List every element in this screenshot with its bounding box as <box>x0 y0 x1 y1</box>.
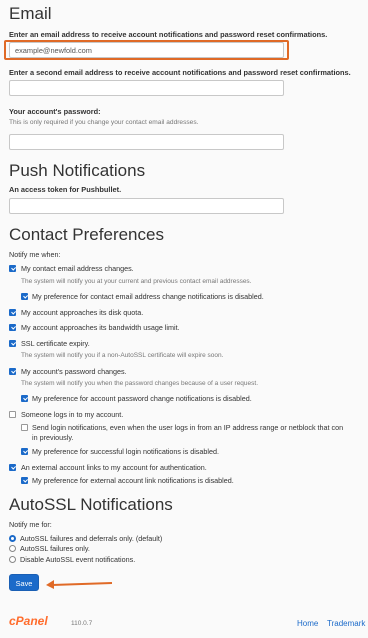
footer-link-home[interactable]: Home <box>297 619 318 628</box>
pref-contact-email-help: The system will notify you at your curre… <box>21 278 252 285</box>
checkbox[interactable] <box>21 477 28 484</box>
pref-login-netblock-label-cont: in previously. <box>32 433 74 442</box>
pref-password-change-help: The system will notify you when the pass… <box>21 380 259 387</box>
pref-password-change-label: My account's password changes. <box>21 367 127 376</box>
password-label: Your account's password: <box>9 107 101 116</box>
pushbullet-input[interactable] <box>9 198 284 214</box>
password-input[interactable] <box>9 134 284 150</box>
checkbox[interactable] <box>9 309 16 316</box>
notify-me-when-label: Notify me when: <box>9 250 61 259</box>
primary-email-input[interactable]: example@newfold.com <box>9 42 284 58</box>
footer-link-trademark[interactable]: Trademark <box>327 619 365 628</box>
push-heading: Push Notifications <box>9 161 146 180</box>
email-heading: Email <box>9 4 52 23</box>
pref-login-netblock-label: Send login notifications, even when the … <box>32 423 344 432</box>
cpanel-logo: cPanel <box>9 614 48 628</box>
checkbox[interactable] <box>9 464 16 471</box>
pref-login-disabled-label: My preference for successful login notif… <box>32 447 219 456</box>
save-button[interactable]: Save <box>9 574 39 591</box>
checkbox[interactable] <box>21 395 28 402</box>
radio-disable[interactable] <box>9 556 16 563</box>
password-help: This is only required if you change your… <box>9 119 199 126</box>
checkbox[interactable] <box>21 424 28 431</box>
radio-failures-only[interactable] <box>9 545 16 552</box>
checkbox[interactable] <box>9 368 16 375</box>
contact-heading: Contact Preferences <box>9 225 164 244</box>
checkbox[interactable] <box>21 293 28 300</box>
radio-disable-label: Disable AutoSSL event notifications. <box>20 555 136 564</box>
radio-failures-only-label: AutoSSL failures only. <box>20 544 90 553</box>
pref-bandwidth-label: My account approaches its bandwidth usag… <box>21 323 180 332</box>
checkbox[interactable] <box>21 448 28 455</box>
checkbox[interactable] <box>9 324 16 331</box>
secondary-email-label: Enter a second email address to receive … <box>9 68 351 77</box>
checkbox[interactable] <box>9 265 16 272</box>
secondary-email-input[interactable] <box>9 80 284 96</box>
pref-ssl-expiry-help: The system will notify you if a non-Auto… <box>21 352 224 359</box>
pref-ssl-expiry-label: SSL certificate expiry. <box>21 339 90 348</box>
pref-contact-email-label: My contact email address changes. <box>21 264 134 273</box>
pref-login-label: Someone logs in to my account. <box>21 410 124 419</box>
pref-contact-email-disabled-label: My preference for contact email address … <box>32 292 264 301</box>
pref-password-disabled-label: My preference for account password chang… <box>32 394 252 403</box>
version-label: 110.0.7 <box>71 620 93 627</box>
arrow-left-icon <box>46 580 113 589</box>
pushbullet-label: An access token for Pushbullet. <box>9 185 122 194</box>
pref-disk-quota-label: My account approaches its disk quota. <box>21 308 144 317</box>
autossl-heading: AutoSSL Notifications <box>9 495 173 514</box>
checkbox[interactable] <box>9 411 16 418</box>
radio-failures-deferrals[interactable] <box>9 535 16 542</box>
primary-email-label: Enter an email address to receive accoun… <box>9 30 328 39</box>
notify-me-for-label: Notify me for: <box>9 520 52 529</box>
pref-external-disabled-label: My preference for external account link … <box>32 476 234 485</box>
radio-failures-deferrals-label: AutoSSL failures and deferrals only. (de… <box>20 534 163 543</box>
checkbox[interactable] <box>9 340 16 347</box>
pref-external-account-label: An external account links to my account … <box>21 463 207 472</box>
